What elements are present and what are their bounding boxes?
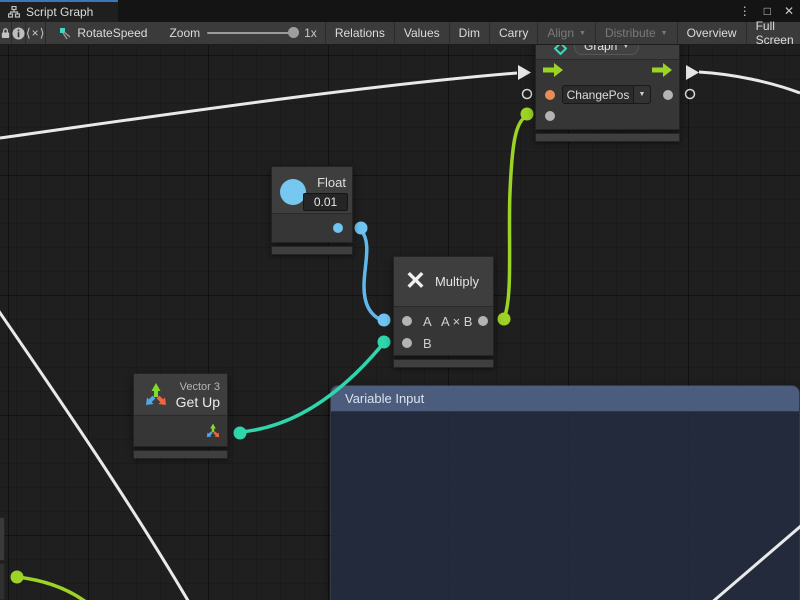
float-node-footer <box>271 246 353 255</box>
multiply-output-label: A × B <box>441 314 472 329</box>
window-close-icon[interactable]: ✕ <box>784 4 794 18</box>
breadcrumb-label: RotateSpeed <box>77 26 147 40</box>
multiply-output-port[interactable] <box>478 316 488 326</box>
zoom-slider-handle[interactable] <box>288 27 299 38</box>
multiply-icon: ✕ <box>405 269 426 294</box>
multiply-input-a-label: A <box>423 314 432 329</box>
group-title: Variable Input <box>345 391 424 406</box>
value-output-port[interactable] <box>663 90 673 100</box>
full-screen-label: Full Screen <box>756 19 794 47</box>
distribute-button[interactable]: Distribute ▼ <box>596 22 678 44</box>
vector3-node-footer <box>133 450 228 459</box>
node-float-literal[interactable]: Float 0.01 <box>271 166 353 255</box>
multiply-input-b-port[interactable] <box>402 338 412 348</box>
window-titlebar: Script Graph ⋮ □ ✕ <box>0 0 800 22</box>
distribute-label: Distribute <box>605 26 656 40</box>
graph-node-footer <box>535 133 680 142</box>
node-vector3-get-up[interactable]: Vector 3 Get Up <box>133 373 228 459</box>
distribute-caret-icon: ▼ <box>661 30 668 37</box>
edit-script-button[interactable]: ⟨×⟩ <box>26 22 46 44</box>
values-label: Values <box>404 26 440 40</box>
group-body[interactable] <box>331 412 799 600</box>
group-header[interactable]: Variable Input <box>331 386 799 412</box>
multiply-input-a-port[interactable] <box>402 316 412 326</box>
values-button[interactable]: Values <box>395 22 450 44</box>
align-caret-icon: ▼ <box>579 30 586 37</box>
dim-button[interactable]: Dim <box>450 22 490 44</box>
align-button[interactable]: Align ▼ <box>538 22 596 44</box>
window-menu-icon[interactable]: ⋮ <box>739 4 751 18</box>
zoom-value: 1x <box>304 26 317 40</box>
node-multiply[interactable]: ✕ Multiply A A × B B <box>393 256 494 368</box>
float-node-header[interactable]: Float 0.01 <box>272 167 352 214</box>
code-icon: ⟨×⟩ <box>26 26 45 40</box>
carry-label: Carry <box>499 26 528 40</box>
flow-output-port[interactable] <box>652 63 672 77</box>
multiply-node-footer <box>393 359 494 368</box>
relations-label: Relations <box>335 26 385 40</box>
vector3-type-label: Vector 3 <box>180 381 220 393</box>
graph-breadcrumb-icon <box>59 27 72 40</box>
zoom-slider[interactable] <box>207 32 297 34</box>
flow-input-port[interactable] <box>543 63 563 77</box>
offscreen-node-sliver[interactable] <box>0 517 5 561</box>
overview-label: Overview <box>687 26 737 40</box>
float-node-title: Float <box>317 175 346 190</box>
value-input-port-2[interactable] <box>545 111 555 121</box>
float-value-input[interactable]: 0.01 <box>303 193 348 211</box>
info-icon <box>12 27 25 40</box>
lock-icon <box>0 27 11 39</box>
multiply-node-header[interactable]: ✕ Multiply <box>394 257 493 307</box>
info-button[interactable] <box>12 22 26 44</box>
vector3-node-title: Get Up <box>176 394 220 410</box>
value-input-port-orange[interactable] <box>545 90 555 100</box>
changepos-dropdown-caret-icon: ▼ <box>633 86 650 103</box>
tab-title: Script Graph <box>26 5 93 19</box>
multiply-node-title: Multiply <box>435 274 479 289</box>
zoom-label: Zoom <box>169 26 200 40</box>
dim-label: Dim <box>459 26 480 40</box>
zoom-control: Zoom 1x <box>169 22 325 44</box>
changepos-dropdown-value: ChangePos <box>563 88 633 102</box>
vector3-output-port[interactable] <box>205 423 221 439</box>
breadcrumb[interactable]: RotateSpeed <box>55 22 151 44</box>
vector3-node-header[interactable]: Vector 3 Get Up <box>134 374 227 416</box>
offscreen-node-footer-sliver[interactable] <box>0 563 5 600</box>
window-maximize-icon[interactable]: □ <box>764 4 771 18</box>
script-graph-window: Variable Input <box>0 0 800 600</box>
vector3-icon <box>143 382 169 408</box>
graph-toolbar: ⟨×⟩ RotateSpeed Zoom 1x Relations Values… <box>0 22 800 45</box>
float-output-port[interactable] <box>333 223 343 233</box>
tab-script-graph[interactable]: Script Graph <box>0 0 118 22</box>
multiply-input-b-label: B <box>423 336 432 351</box>
carry-button[interactable]: Carry <box>490 22 538 44</box>
variable-input-group[interactable]: Variable Input <box>330 385 800 600</box>
full-screen-button[interactable]: Full Screen <box>747 22 800 44</box>
relations-button[interactable]: Relations <box>326 22 395 44</box>
overview-button[interactable]: Overview <box>678 22 747 44</box>
script-graph-icon <box>8 6 20 18</box>
changepos-dropdown[interactable]: ChangePos ▼ <box>562 85 651 104</box>
align-label: Align <box>547 26 574 40</box>
float-value: 0.01 <box>314 195 337 209</box>
lock-button[interactable] <box>0 22 12 44</box>
